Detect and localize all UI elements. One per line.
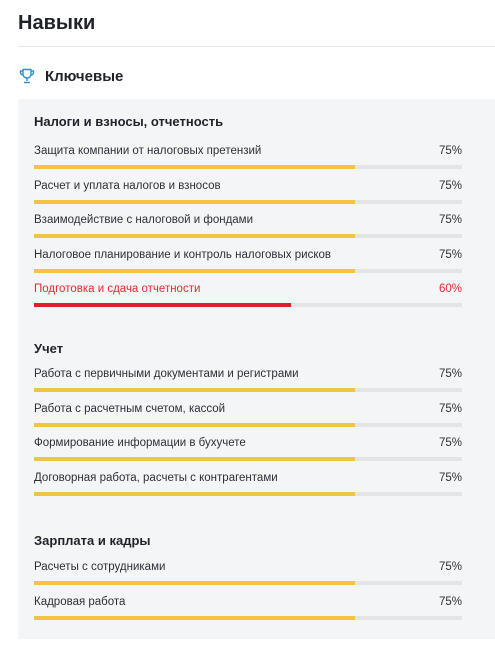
skill-progress-fill [34,303,291,307]
skill-percent: 75% [438,248,462,261]
skill-progress-track [34,268,462,273]
skill-progress-fill [34,422,355,427]
skill-progress-track [34,303,462,307]
skill-percent: 75% [438,179,462,192]
skill-percent: 75% [438,402,462,415]
group-title: Налоги и взносы, отчетность [34,114,224,129]
skill-item-alert: Подготовка и сдача отчетности 60% [34,283,462,318]
skills-panel: Налоги и взносы, отчетность Защита компа… [18,99,495,639]
skill-progress-fill [34,457,355,461]
key-skills-title: Ключевые [45,67,124,85]
skill-percent: 75% [438,368,462,380]
title-divider [18,46,495,47]
skill-progress-fill [34,165,355,169]
skill-percent: 75% [438,214,462,226]
skill-item: Защита компании от налоговых претензий 7… [34,145,462,180]
skill-percent: 75% [438,437,462,449]
skill-name: Работа с первичными документами и регист… [34,368,299,380]
skill-progress-track [34,615,462,620]
skill-name: Взаимодействие с налоговой и фондами [34,214,254,226]
skill-item: Расчеты с сотрудниками 75% [34,561,462,596]
skill-name: Защита компании от налоговых претензий [34,145,262,157]
skill-name: Расчет и уплата налогов и взносов [34,179,221,192]
skill-item: Работа с расчетным счетом, кассой 75% [34,403,462,438]
skill-progress-track [34,234,462,238]
skill-progress-track [34,457,462,461]
skill-item: Формирование информации в бухучете 75% [34,437,462,472]
skill-name: Кадровая работа [34,595,126,608]
skill-item: Налоговое планирование и контроль налого… [34,249,462,284]
skill-percent: 60% [438,283,462,295]
skill-name: Работа с расчетным счетом, кассой [34,402,226,415]
skill-progress-fill [34,199,355,204]
skill-name: Подготовка и сдача отчетности [34,283,201,295]
skill-percent: 75% [438,595,462,608]
skill-progress-track [34,199,462,204]
skill-progress-track [34,581,462,585]
skill-name: Расчеты с сотрудниками [34,561,166,573]
skill-progress-fill [34,491,355,496]
skill-progress-fill [34,615,355,620]
skill-item: Договорная работа, расчеты с контрагента… [34,472,462,507]
skill-group-payroll: Зарплата и кадры Расчеты с сотрудниками … [34,532,462,630]
skill-progress-track [34,388,462,392]
skill-group-accounting: Учет Работа с первичными документами и р… [34,340,462,506]
skill-name: Налоговое планирование и контроль налого… [34,248,331,261]
trophy-icon [18,67,36,85]
skill-name: Договорная работа, расчеты с контрагента… [34,471,278,484]
skill-item: Кадровая работа 75% [34,596,462,631]
skill-progress-fill [34,234,355,238]
skill-item: Работа с первичными документами и регист… [34,368,462,403]
skill-group-taxes: Налоги и взносы, отчетность Защита компа… [34,113,462,318]
skill-progress-track [34,422,462,427]
group-title: Зарплата и кадры [34,533,151,548]
skill-progress-track [34,491,462,496]
skill-progress-fill [34,388,355,392]
skill-percent: 75% [438,561,462,573]
skill-percent: 75% [438,471,462,484]
skill-item: Расчет и уплата налогов и взносов 75% [34,180,462,215]
skill-percent: 75% [438,145,462,157]
page-title: Навыки [18,12,96,34]
group-title: Учет [34,341,64,356]
key-skills-header: Ключевые [18,66,123,86]
skill-progress-track [34,165,462,169]
skill-item: Взаимодействие с налоговой и фондами 75% [34,214,462,249]
skill-progress-fill [34,581,355,585]
skill-name: Формирование информации в бухучете [34,437,246,449]
skill-progress-fill [34,268,355,273]
